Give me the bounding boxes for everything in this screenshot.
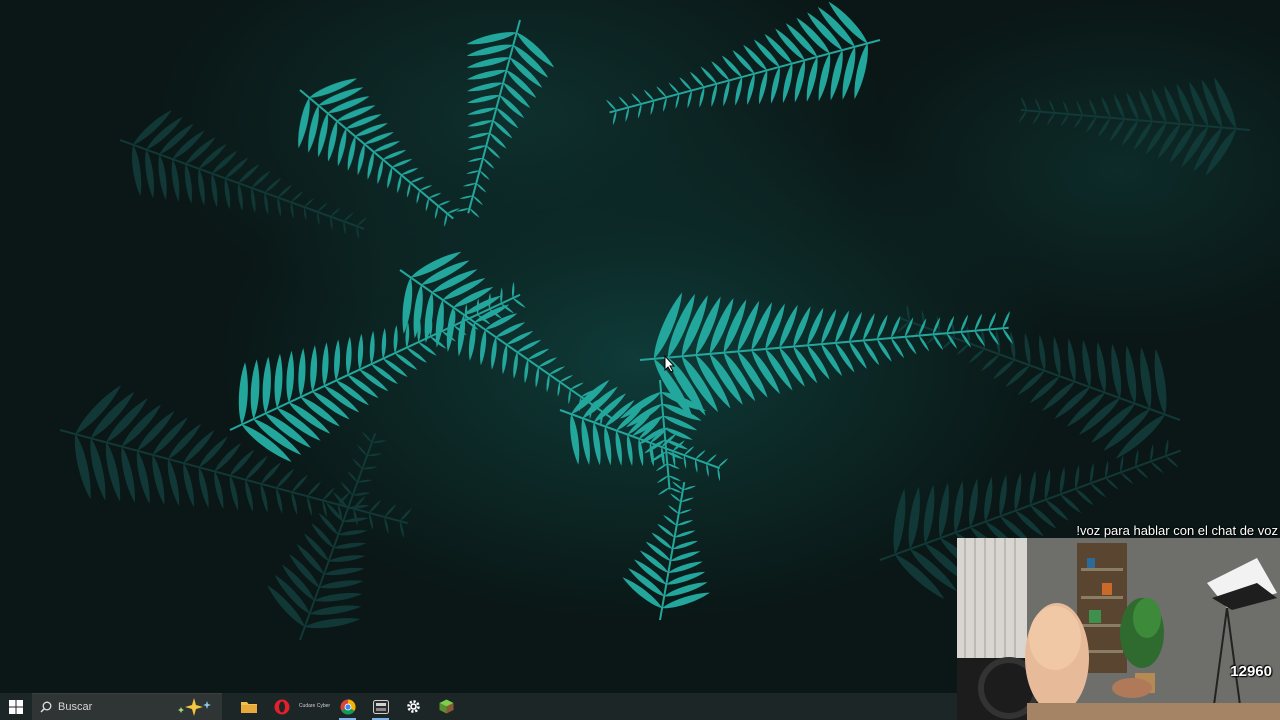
- opera-icon[interactable]: [265, 693, 298, 720]
- search-icon: [40, 701, 52, 713]
- minecraft-icon[interactable]: [430, 693, 463, 720]
- windows-logo-icon: [9, 699, 23, 714]
- webcam-feed: 12960: [957, 538, 1280, 720]
- taskbar-search-box[interactable]: Buscar: [32, 693, 222, 720]
- cudare-cyber-app-icon[interactable]: Cudare Cyber: [298, 693, 331, 720]
- chrome-icon[interactable]: [331, 693, 364, 720]
- cudare-cyber-label: Cudare Cyber: [298, 703, 331, 709]
- viewer-count-badge: 12960: [1230, 663, 1272, 680]
- file-explorer-icon[interactable]: [232, 693, 265, 720]
- start-button[interactable]: [0, 693, 32, 720]
- search-highlight-sparkle-icon: [178, 698, 211, 716]
- search-placeholder: Buscar: [58, 701, 93, 713]
- settings-icon[interactable]: [397, 693, 430, 720]
- taskbar: Buscar Cudare Cyber: [0, 693, 957, 720]
- webcam-scene: [957, 538, 1280, 720]
- media-player-icon[interactable]: [364, 693, 397, 720]
